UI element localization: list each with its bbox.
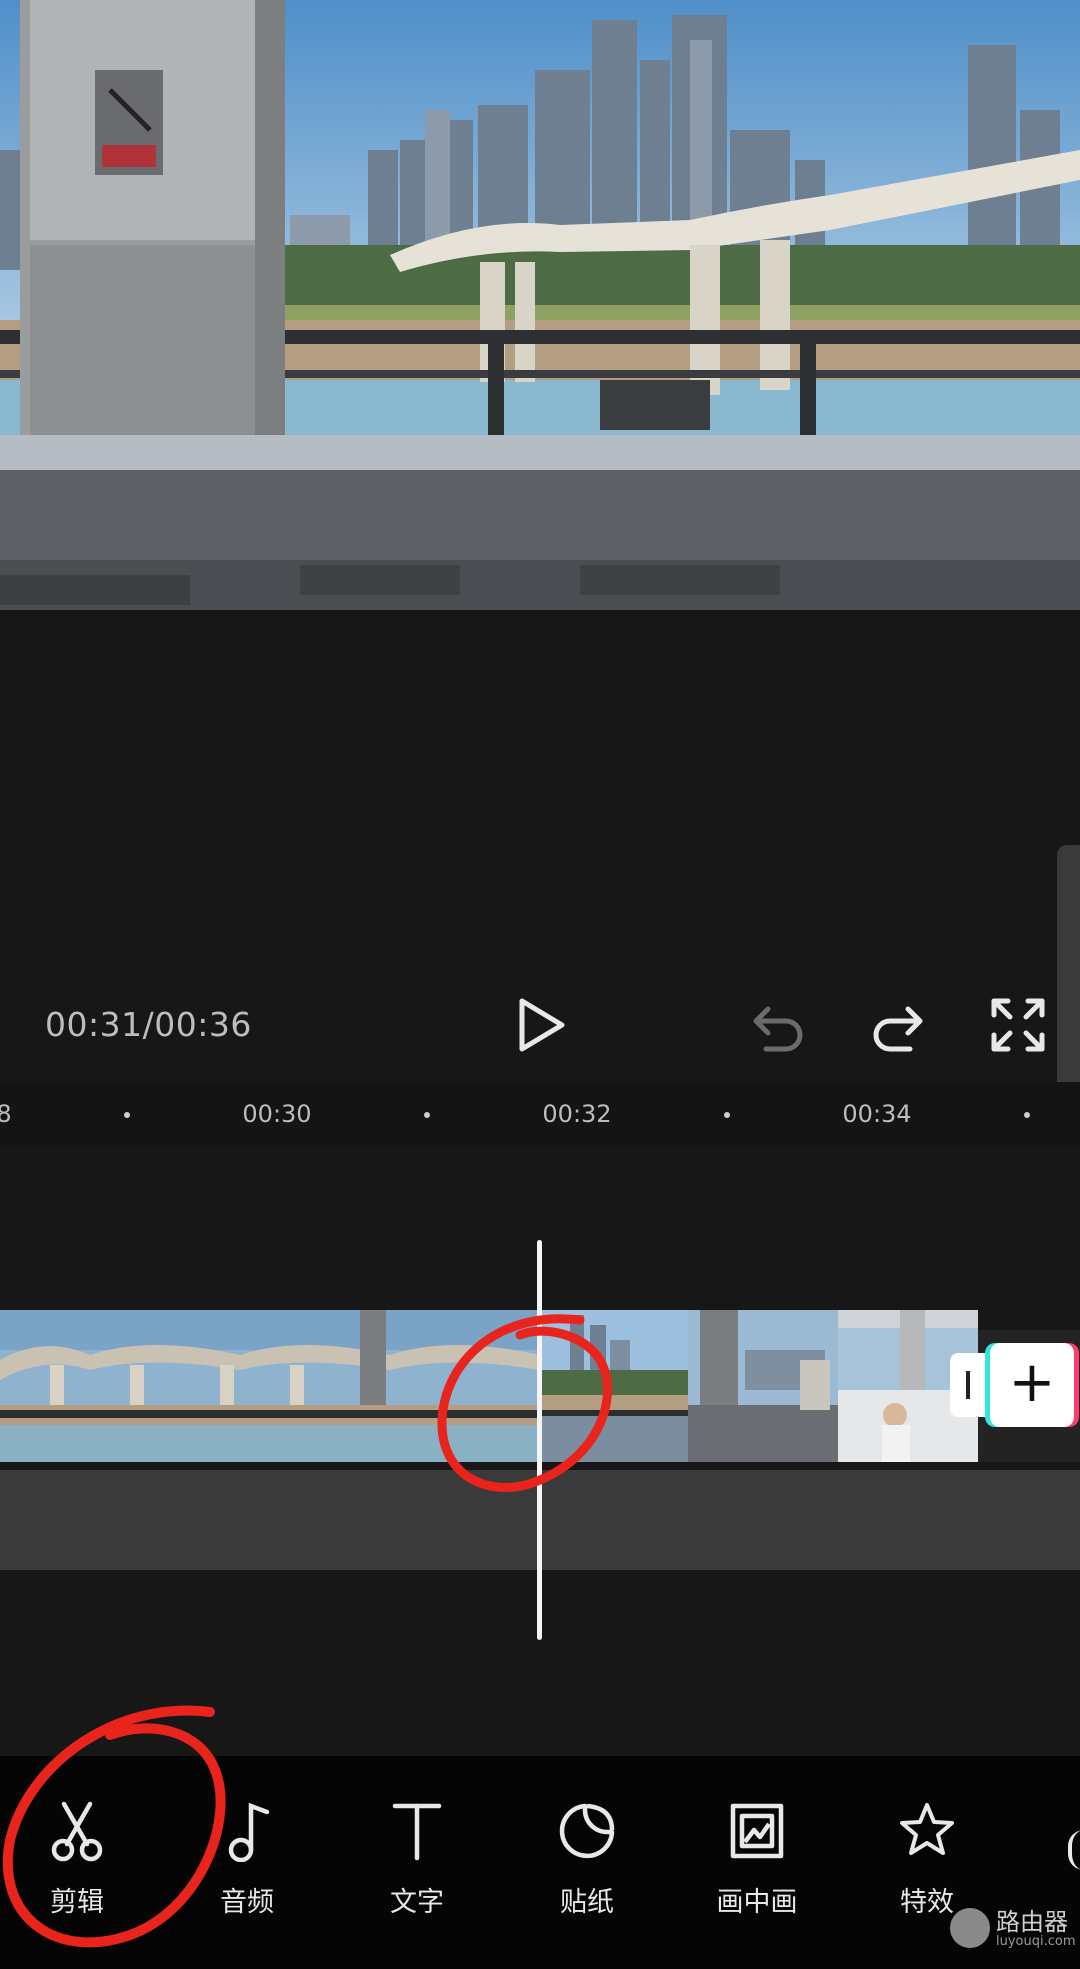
play-button[interactable]	[512, 995, 572, 1055]
undo-button[interactable]	[748, 995, 808, 1055]
tool-sticker[interactable]: 贴纸	[522, 1800, 652, 1940]
fullscreen-icon	[991, 998, 1045, 1052]
playhead[interactable]	[537, 1240, 542, 1640]
ruler-tick	[124, 1112, 130, 1118]
plus-icon: +	[1008, 1350, 1056, 1415]
ruler-tick	[1024, 1112, 1030, 1118]
tool-edit[interactable]: 剪辑	[12, 1800, 142, 1940]
watermark-logo-icon	[950, 1908, 990, 1948]
cover-tag-mark	[966, 1371, 970, 1399]
redo-icon	[873, 1006, 923, 1052]
picture-in-picture-icon	[730, 1803, 784, 1859]
fullscreen-button[interactable]	[988, 995, 1048, 1055]
music-note-icon	[228, 1802, 270, 1862]
tool-audio[interactable]: 音频	[182, 1800, 312, 1940]
video-clip-track[interactable]	[0, 1310, 978, 1462]
tool-text[interactable]: 文字	[352, 1800, 482, 1940]
add-clip-button[interactable]: +	[990, 1343, 1074, 1427]
tool-label: 贴纸	[560, 1887, 614, 1918]
sticker-icon	[559, 1803, 615, 1859]
redo-button[interactable]	[868, 995, 928, 1055]
video-preview[interactable]	[0, 0, 1080, 610]
watermark-domain: luyouqi.com	[996, 1934, 1076, 1949]
timeline-ruler[interactable]: 8 00:30 00:32 00:34	[0, 1082, 1080, 1146]
tool-label: 画中画	[716, 1887, 798, 1918]
ruler-label: 00:34	[842, 1100, 912, 1128]
playback-time: 00:31/00:36	[45, 1005, 252, 1044]
ruler-label: 00:32	[542, 1100, 612, 1128]
watermark: 路由器 luyouqi.com	[950, 1900, 1080, 1960]
ruler-tick	[724, 1112, 730, 1118]
ruler-label: 8	[0, 1100, 12, 1128]
tool-picture-in-picture[interactable]: 画中画	[692, 1800, 822, 1940]
watermark-name: 路由器	[996, 1908, 1068, 1936]
play-icon	[519, 998, 565, 1052]
tool-label: 剪辑	[50, 1887, 104, 1918]
scissors-icon	[51, 1801, 103, 1862]
text-icon	[392, 1803, 442, 1861]
set-cover-tag[interactable]	[950, 1353, 986, 1417]
undo-icon	[753, 1006, 803, 1052]
clip-thumbnails	[0, 1310, 978, 1462]
effects-star-icon	[900, 1803, 954, 1855]
video-frame-image	[0, 0, 1080, 610]
tool-label: 音频	[220, 1887, 274, 1918]
ruler-label: 00:30	[242, 1100, 312, 1128]
tool-label: 文字	[390, 1887, 444, 1918]
ruler-tick	[424, 1112, 430, 1118]
